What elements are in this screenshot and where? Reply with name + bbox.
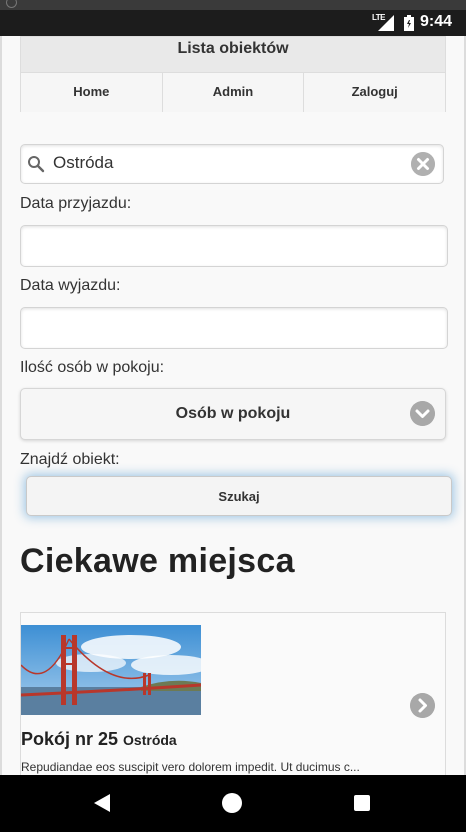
departure-date-field[interactable] xyxy=(20,307,448,349)
home-icon[interactable] xyxy=(222,793,242,813)
signal-icon xyxy=(378,15,394,31)
guests-select-value: Osób w pokoju xyxy=(175,405,291,422)
search-button[interactable]: Szukaj xyxy=(26,476,452,516)
viewport-edge xyxy=(0,36,2,775)
nav-item-admin[interactable]: Admin xyxy=(163,73,305,112)
android-nav-bar xyxy=(0,775,466,832)
arrival-date-field[interactable] xyxy=(20,225,448,267)
nav-item-login[interactable]: Zaloguj xyxy=(304,73,445,112)
nav-item-home[interactable]: Home xyxy=(21,73,163,112)
listing-room: Pokój nr 25 xyxy=(21,729,119,749)
search-icon xyxy=(28,156,45,173)
listing-description: Repudiandae eos suscipit vero dolorem im… xyxy=(21,760,360,774)
listing-card[interactable]: Pokój nr 25 Ostróda Repudiandae eos susc… xyxy=(20,612,446,775)
nav-bar: Home Admin Zaloguj xyxy=(21,72,445,112)
window-control-icon xyxy=(6,0,17,8)
golden-gate-bridge-photo xyxy=(21,625,201,715)
listing-title: Pokój nr 25 Ostróda xyxy=(21,729,177,750)
clock: 9:44 xyxy=(420,13,453,30)
find-object-label: Znajdź obiekt: xyxy=(20,451,120,468)
departure-date-label: Data wyjazdu: xyxy=(20,277,121,294)
page-viewport: Lista obiektów Home Admin Zaloguj Ostród… xyxy=(0,36,466,775)
status-bar: LTE 9:44 xyxy=(0,10,466,36)
search-value: Ostróda xyxy=(53,153,114,172)
listing-town: Ostróda xyxy=(123,732,177,748)
section-title: Ciekawe miejsca xyxy=(20,542,295,580)
guests-select[interactable]: Osób w pokoju xyxy=(20,388,446,440)
search-input[interactable]: Ostróda xyxy=(20,144,444,184)
page-title: Lista obiektów xyxy=(177,40,289,57)
recent-apps-icon[interactable] xyxy=(354,795,370,811)
chevron-right-icon[interactable] xyxy=(410,693,435,718)
window-chrome xyxy=(0,0,466,10)
arrival-date-label: Data przyjazdu: xyxy=(20,195,132,212)
battery-icon xyxy=(404,15,414,31)
chevron-down-icon xyxy=(410,401,435,426)
clear-icon[interactable] xyxy=(411,152,435,176)
back-icon[interactable] xyxy=(94,794,110,812)
page-header: Lista obiektów Home Admin Zaloguj xyxy=(20,36,446,112)
guests-label: Ilość osób w pokoju: xyxy=(20,359,165,376)
